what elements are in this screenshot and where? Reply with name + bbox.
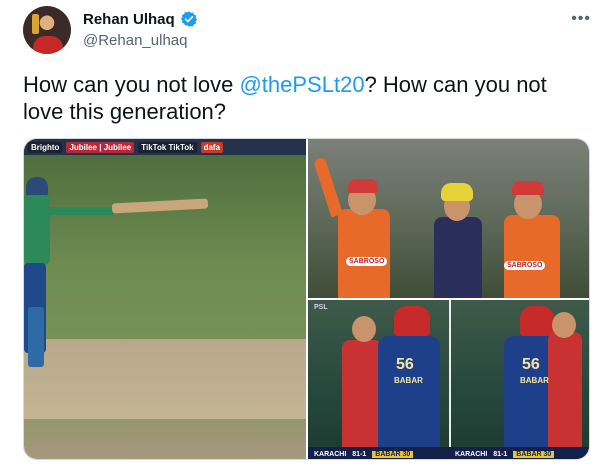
jersey-name: BABAR [520,376,549,385]
jersey-number: 56 [396,356,414,373]
score-value: 81-1 [493,450,508,458]
photo-divider [449,300,451,459]
media-grid[interactable]: Brighto Jubilee | Jubilee TikTok TikTok … [23,138,590,460]
photo-players-hug[interactable]: PSL 56 BABAR 56 BABAR KARACHI 81-1 BABAR… [308,300,589,459]
trophy-graphic [32,14,39,34]
score-batter: BABAR 30 [372,450,414,458]
author-name[interactable]: Rehan Ulhaq [83,11,175,28]
score-batter: BABAR 30 [513,450,555,458]
jersey-number: 56 [522,356,540,373]
bat-graphic [111,198,209,214]
photo-batsman[interactable]: Brighto Jubilee | Jubilee TikTok TikTok … [24,139,306,459]
score-bar: KARACHI 81-1 BABAR 30 KARACHI 81-1 BABAR… [308,447,589,459]
jersey-name: BABAR [394,376,423,385]
ad-board-item: TikTok TikTok [138,141,197,153]
author-name-row[interactable]: Rehan Ulhaq [83,10,198,28]
sponsor-logo: SABROSO [346,257,388,266]
batsman-figure [24,177,209,387]
verified-badge-icon [180,10,198,28]
ad-board-item: Brighto [28,141,63,153]
ad-board-item: Jubilee | Jubilee [66,141,135,153]
score-team: KARACHI [455,450,488,458]
score-team: KARACHI [314,450,347,458]
more-options-icon[interactable]: ••• [571,10,591,28]
author-handle[interactable]: @Rehan_ulhaq [83,32,187,49]
tweet-card[interactable]: Rehan Ulhaq @Rehan_ulhaq ••• How can you… [0,0,605,468]
score-value: 81-1 [352,450,367,458]
avatar[interactable] [23,6,71,54]
broadcast-logo: PSL [314,304,328,311]
tweet-text-before: How can you not love [23,72,240,97]
jersey-graphic [33,36,63,54]
tweet-text: How can you not love @thePSLt20? How can… [23,71,583,125]
sponsor-logo: SABROSO [504,261,546,270]
photo-players-smiling[interactable]: SABROSO SABROSO [308,139,589,298]
mention-link[interactable]: @thePSLt20 [239,72,364,97]
ad-boards: Brighto Jubilee | Jubilee TikTok TikTok … [24,139,306,155]
ad-board-item: dafa [200,141,224,153]
